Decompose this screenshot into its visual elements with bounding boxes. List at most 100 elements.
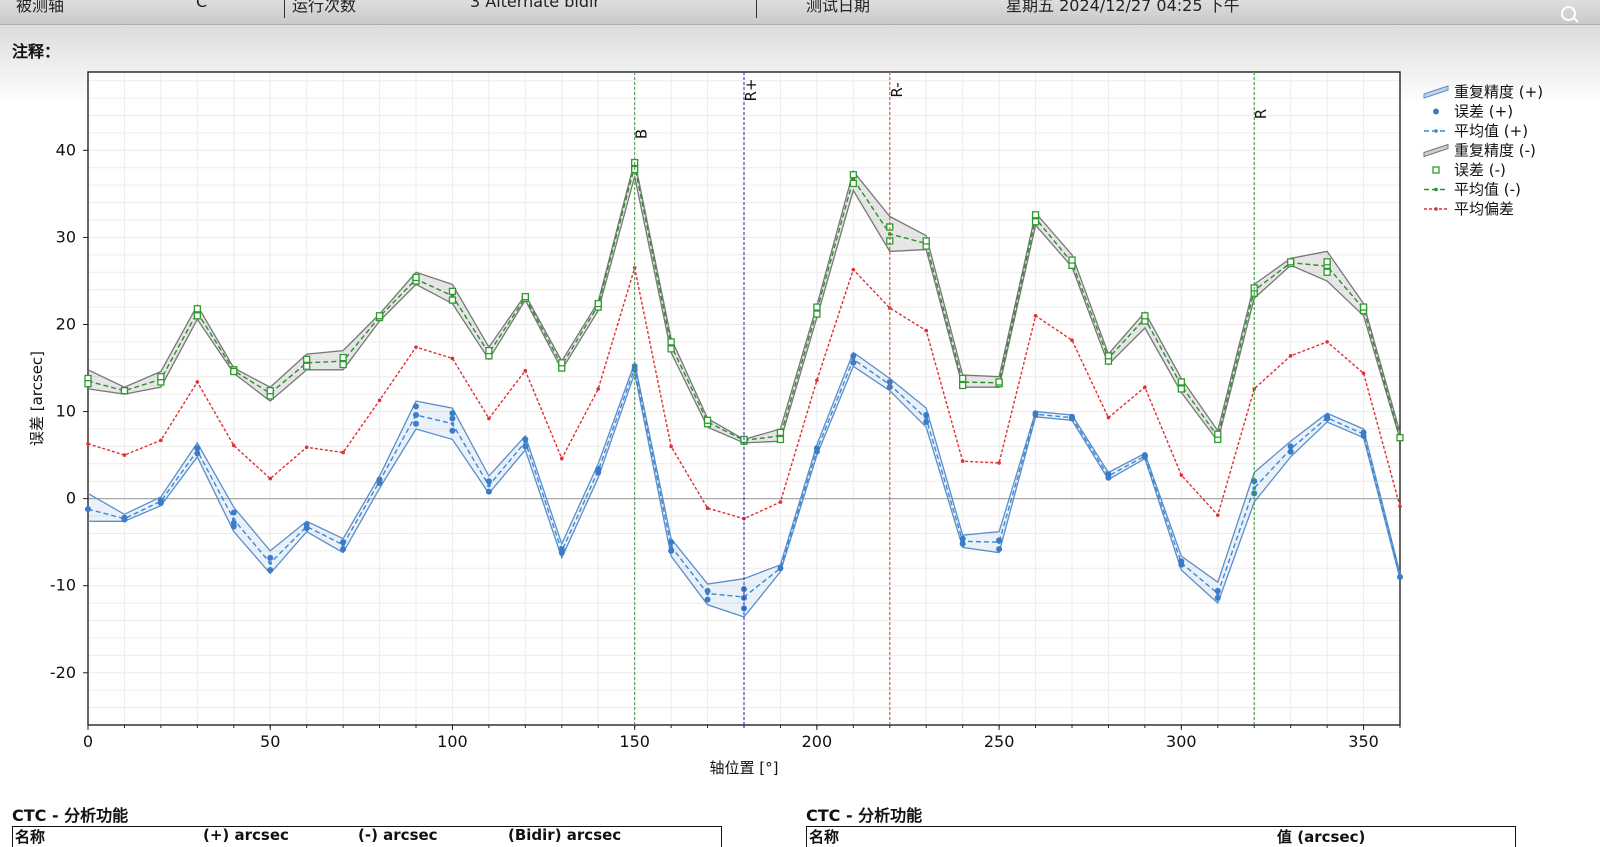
series-point xyxy=(1215,513,1220,517)
series-point xyxy=(450,421,455,426)
error-point xyxy=(413,403,419,410)
error-point xyxy=(303,355,311,363)
error-point xyxy=(996,546,1003,553)
error-point xyxy=(340,539,347,546)
legend-swatch xyxy=(1433,108,1439,115)
error-point xyxy=(1359,303,1368,311)
table-header-value: 值 (arcsec) xyxy=(1277,828,1366,846)
legend-swatch xyxy=(1423,143,1449,158)
error-point xyxy=(776,435,785,444)
axis-value: C xyxy=(196,0,208,11)
error-point xyxy=(1323,258,1331,266)
runs-value: 3 Alternate bidir xyxy=(470,0,600,11)
x-tick-label: 150 xyxy=(619,732,650,751)
legend-label: 重复精度 (-) xyxy=(1454,142,1536,160)
error-point xyxy=(230,367,238,376)
error-point xyxy=(522,443,529,450)
left-table-title: CTC - 分析功能 xyxy=(12,806,129,825)
error-point xyxy=(923,419,930,426)
x-tick-label: 250 xyxy=(984,732,1015,751)
legend-label: 误差 (-) xyxy=(1454,161,1506,179)
series-point xyxy=(268,561,273,565)
error-point xyxy=(813,310,821,318)
error-point xyxy=(1214,594,1221,601)
series-point xyxy=(122,453,127,457)
series-point xyxy=(450,356,455,361)
error-point xyxy=(376,476,383,483)
error-point xyxy=(849,179,857,188)
date-label: 测试日期 xyxy=(806,0,871,15)
search-icon[interactable] xyxy=(1561,6,1576,21)
y-tick-label: -20 xyxy=(50,663,76,682)
series-point xyxy=(377,398,382,403)
error-point xyxy=(157,373,165,381)
error-point xyxy=(1397,573,1403,580)
error-point xyxy=(521,292,529,301)
series-point xyxy=(523,368,528,373)
error-point xyxy=(230,509,237,516)
series-point xyxy=(341,450,345,455)
error-point xyxy=(340,546,347,553)
table-header-name: 名称 xyxy=(809,828,840,846)
error-point xyxy=(668,547,675,554)
error-point xyxy=(1396,434,1404,442)
series-point xyxy=(231,443,236,448)
series-point xyxy=(1143,385,1147,389)
error-point xyxy=(1323,268,1331,276)
error-point xyxy=(193,305,201,313)
x-tick-label: 350 xyxy=(1348,732,1379,751)
y-tick-label: -10 xyxy=(50,576,76,595)
error-point xyxy=(121,514,128,521)
error-point xyxy=(413,412,419,419)
error-point xyxy=(923,412,930,419)
runs-label: 运行次数 xyxy=(292,0,357,15)
error-point xyxy=(995,378,1003,386)
error-point xyxy=(1214,430,1222,438)
right-analysis-table: 名称 值 (arcsec) xyxy=(806,826,1516,847)
error-point xyxy=(777,565,784,572)
error-point xyxy=(1177,385,1185,393)
y-tick-label: 30 xyxy=(56,227,76,246)
legend-swatch xyxy=(1423,85,1449,99)
error-point xyxy=(850,359,857,366)
error-point xyxy=(485,346,493,355)
x-tick-label: 0 xyxy=(83,732,93,751)
divider xyxy=(284,0,285,18)
x-tick-label: 200 xyxy=(802,732,833,751)
x-axis-title: 轴位置 [°] xyxy=(710,759,779,777)
series-point xyxy=(669,444,673,449)
error-point xyxy=(413,420,419,427)
error-point xyxy=(194,450,201,457)
legend-swatch xyxy=(1432,166,1440,174)
x-tick-label: 100 xyxy=(437,732,468,751)
error-point xyxy=(959,535,966,542)
series-point xyxy=(1398,504,1402,509)
error-point xyxy=(375,312,384,320)
error-point xyxy=(194,445,201,452)
error-point xyxy=(303,362,311,370)
date-value: 星期五 2024/12/27 04:25 下午 xyxy=(1006,0,1240,15)
error-point xyxy=(339,353,347,362)
error-point xyxy=(703,416,712,424)
error-point xyxy=(1178,561,1185,568)
error-point xyxy=(193,312,201,320)
legend-label: 重复精度 (+) xyxy=(1454,83,1543,101)
error-point xyxy=(558,359,566,367)
error-point xyxy=(1031,211,1040,219)
error-point xyxy=(85,506,91,513)
series-point xyxy=(1070,338,1074,342)
series-point xyxy=(487,483,491,488)
error-point xyxy=(339,360,347,369)
notes-label: 注释： xyxy=(12,42,61,61)
series-point xyxy=(159,438,163,443)
error-point xyxy=(412,273,420,282)
error-point xyxy=(1068,256,1076,264)
y-tick-label: 10 xyxy=(56,402,76,421)
error-point xyxy=(1069,413,1075,420)
series-point xyxy=(851,267,856,272)
y-axis-title: 误差 [arcsec] xyxy=(28,351,46,446)
test-info-bar: 被测轴 C 运行次数 3 Alternate bidir 测试日期 星期五 20… xyxy=(0,0,1600,25)
y-tick-label: 40 xyxy=(56,140,76,159)
error-point xyxy=(1324,413,1331,420)
error-point xyxy=(485,478,492,485)
